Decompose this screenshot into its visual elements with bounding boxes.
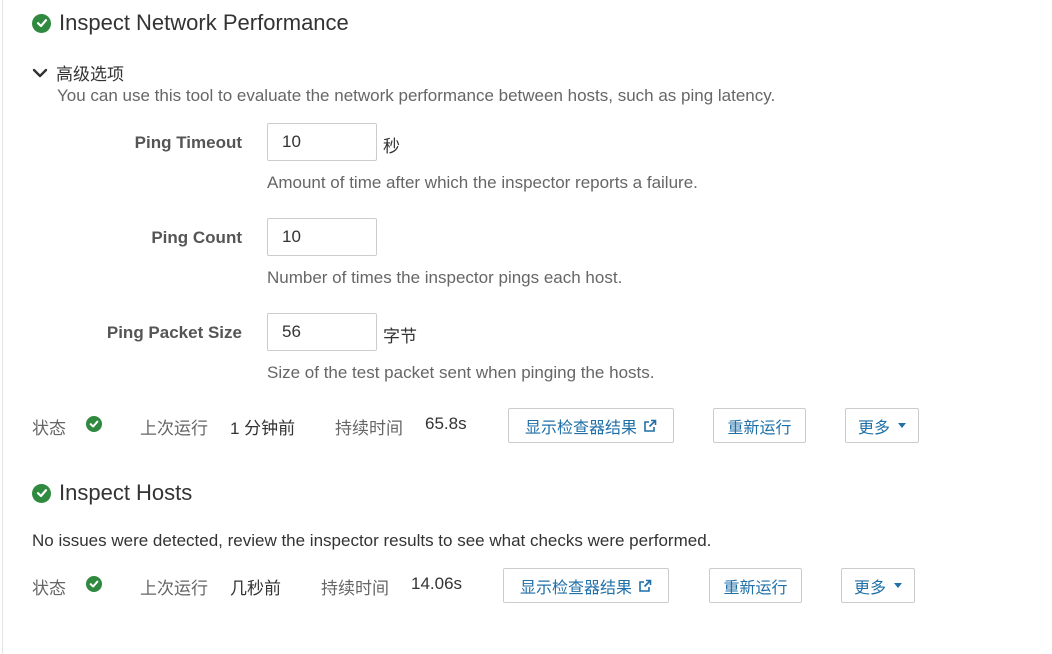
hosts-message: No issues were detected, review the insp… [32,531,712,550]
success-check-icon [32,13,51,33]
status-ok-icon [86,416,102,432]
advanced-options-label: 高级选项 [56,65,124,84]
hosts-rerun-button[interactable]: 重新运行 [709,568,802,603]
left-border [2,0,3,654]
chevron-down-icon [32,68,48,77]
ping-timeout-unit: 秒 [383,137,400,156]
external-link-icon [639,579,652,592]
network-more-button[interactable]: 更多 [845,408,919,443]
network-section-header: Inspect Network Performance [32,12,349,34]
status-ok-icon [86,576,102,592]
hosts-show-results-button[interactable]: 显示检查器结果 [503,568,669,603]
network-status-label: 状态 [32,419,66,438]
rerun-label: 重新运行 [727,419,792,437]
network-show-results-button[interactable]: 显示检查器结果 [508,408,674,443]
hosts-status-label: 状态 [32,579,66,598]
caret-down-icon [898,423,906,428]
network-duration-value: 65.8s [425,414,467,433]
hosts-more-button[interactable]: 更多 [841,568,915,603]
network-rerun-button[interactable]: 重新运行 [713,408,806,443]
network-last-run-label: 上次运行 [140,419,208,438]
ping-timeout-input[interactable] [267,123,377,161]
hosts-last-run-value: 几秒前 [230,579,281,598]
network-last-run-value: 1 分钟前 [230,419,296,438]
ping-packet-size-input[interactable] [267,313,377,351]
more-label: 更多 [854,579,887,597]
hosts-section-title: Inspect Hosts [59,480,193,505]
caret-down-icon [894,583,902,588]
ping-count-help: Number of times the inspector pings each… [267,268,623,287]
ping-count-label: Ping Count [151,228,242,247]
ping-packet-size-unit: 字节 [383,327,417,346]
ping-packet-size-label: Ping Packet Size [106,323,242,342]
hosts-duration-value: 14.06s [411,574,463,593]
hosts-duration-label: 持续时间 [321,579,389,598]
success-check-icon [32,483,51,503]
show-results-label: 显示检查器结果 [519,579,632,597]
network-duration-label: 持续时间 [335,419,403,438]
show-results-label: 显示检查器结果 [524,419,637,437]
advanced-options-toggle[interactable]: 高级选项 [32,60,124,85]
ping-timeout-label: Ping Timeout [134,133,242,152]
network-section-title: Inspect Network Performance [59,10,349,35]
network-description: You can use this tool to evaluate the ne… [57,86,776,105]
hosts-section-header: Inspect Hosts [32,482,192,504]
hosts-last-run-label: 上次运行 [140,579,208,598]
more-label: 更多 [858,419,891,437]
ping-packet-size-help: Size of the test packet sent when pingin… [267,363,655,382]
ping-count-input[interactable] [267,218,377,256]
ping-timeout-help: Amount of time after which the inspector… [267,173,698,192]
external-link-icon [644,419,657,432]
rerun-label: 重新运行 [723,579,788,597]
